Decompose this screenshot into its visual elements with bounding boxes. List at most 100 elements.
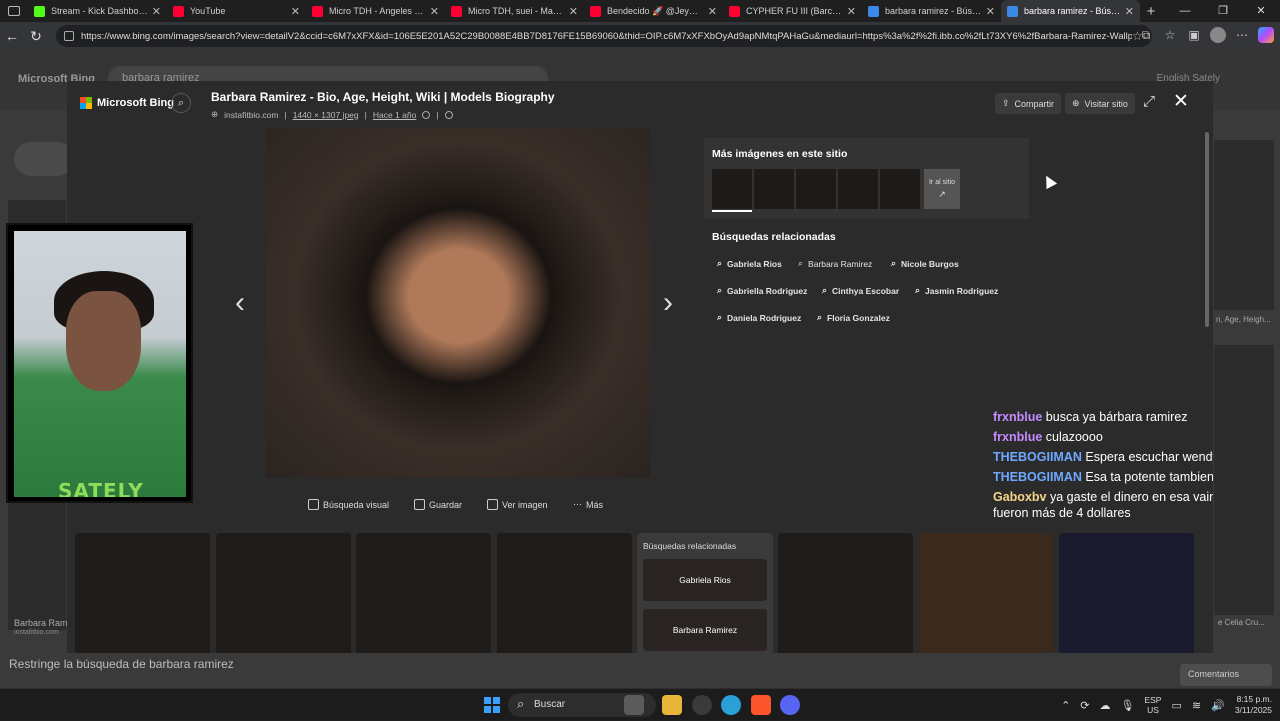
- back-icon[interactable]: ←: [0, 28, 24, 44]
- related-card-entry[interactable]: Barbara Ramirez: [643, 609, 767, 651]
- collections-icon[interactable]: ▣: [1186, 27, 1202, 43]
- save-icon: [414, 499, 425, 510]
- info-icon[interactable]: [444, 110, 453, 119]
- search-icon: ⌕: [915, 285, 921, 295]
- tab[interactable]: barbara ramirez - Búsqueda ✕: [862, 0, 1001, 22]
- discord-icon[interactable]: [780, 695, 800, 715]
- microphone-icon[interactable]: 🎙: [1121, 699, 1135, 712]
- visit-site-button[interactable]: ⊕ Visitar sitio: [1065, 93, 1135, 114]
- webcam-overlay: SATELY: [6, 223, 193, 503]
- tab-active[interactable]: barbara ramirez - Búsqued ✕: [1001, 0, 1140, 22]
- refresh-icon[interactable]: ↻: [24, 28, 48, 45]
- thumbnail[interactable]: [754, 169, 794, 209]
- close-icon[interactable]: ✕: [1173, 90, 1189, 113]
- image-title[interactable]: Barbara Ramirez - Bio, Age, Height, Wiki…: [211, 90, 555, 104]
- minimize-icon[interactable]: —: [1166, 0, 1204, 22]
- wifi-icon[interactable]: ≋: [1192, 699, 1201, 712]
- save-button[interactable]: Guardar: [414, 499, 462, 510]
- tab[interactable]: Micro TDH, suei - Makin Ne ✕: [445, 0, 584, 22]
- next-arrow-icon[interactable]: ›: [663, 286, 673, 320]
- tab-actions-icon[interactable]: [0, 0, 28, 22]
- widgets-icon[interactable]: [624, 695, 644, 715]
- close-tab-icon[interactable]: ✕: [430, 5, 439, 18]
- obs-icon[interactable]: [692, 695, 712, 715]
- network-app-icon[interactable]: ⟳: [1080, 699, 1089, 712]
- more-menu-icon[interactable]: ⋯: [1234, 27, 1250, 43]
- tab[interactable]: CYPHER FU III (Barcelona) - ✕: [723, 0, 862, 22]
- tab-title: YouTube: [190, 6, 226, 16]
- related-search-chip[interactable]: ⌕ Daniela Rodriguez: [717, 312, 801, 323]
- view-image-button[interactable]: Ver imagen: [487, 499, 548, 510]
- strip-image[interactable]: [356, 533, 491, 653]
- tab[interactable]: YouTube ✕: [167, 0, 306, 22]
- close-window-icon[interactable]: ✕: [1242, 0, 1280, 22]
- close-tab-icon[interactable]: ✕: [1125, 5, 1134, 18]
- thumbnail[interactable]: [838, 169, 878, 209]
- tab[interactable]: Micro TDH - Angeles (Offici ✕: [306, 0, 445, 22]
- related-card-entry[interactable]: Gabriela Rios: [643, 559, 767, 601]
- visual-search-button[interactable]: Búsqueda visual: [308, 499, 389, 510]
- related-search-chip[interactable]: ⌕ Floria Gonzalez: [817, 312, 890, 323]
- close-tab-icon[interactable]: ✕: [569, 5, 578, 18]
- chevron-up-icon[interactable]: ⌃: [1061, 699, 1070, 712]
- close-tab-icon[interactable]: ✕: [847, 5, 856, 18]
- bing-logo[interactable]: Microsoft Bing: [80, 97, 174, 109]
- volume-icon[interactable]: 🔊: [1211, 699, 1225, 712]
- comments-button[interactable]: Comentarios: [1180, 664, 1272, 686]
- display-icon[interactable]: ▭: [1171, 699, 1181, 712]
- thumbnail[interactable]: [712, 169, 752, 212]
- related-search-chip[interactable]: ⌕ Cinthya Escobar: [822, 285, 899, 296]
- related-search-chip[interactable]: ⌕ Gabriella Rodriguez: [717, 285, 807, 296]
- new-tab-icon[interactable]: +: [1140, 3, 1162, 20]
- close-tab-icon[interactable]: ✕: [152, 5, 161, 18]
- clock[interactable]: 8:15 p.m. 3/11/2025: [1235, 694, 1272, 716]
- bg-chip[interactable]: [14, 142, 74, 176]
- more-button[interactable]: ⋯ Más: [573, 499, 603, 510]
- search-icon[interactable]: ⌕: [171, 93, 191, 113]
- visual-search-icon: [308, 499, 319, 510]
- previous-arrow-icon[interactable]: ‹: [235, 286, 245, 320]
- windows-start-icon[interactable]: [484, 697, 500, 713]
- modal-header: Microsoft Bing ⌕ Barbara Ramirez - Bio, …: [67, 81, 1213, 127]
- youtube-favicon-icon: [451, 5, 462, 17]
- tab[interactable]: Bendecido 🚀 @JeyBless ✕: [584, 0, 723, 22]
- restore-icon[interactable]: ❐: [1204, 0, 1242, 22]
- bg-thumbnail[interactable]: [1214, 140, 1274, 310]
- close-tab-icon[interactable]: ✕: [291, 5, 300, 18]
- cloud-icon[interactable]: ☁: [1100, 699, 1111, 712]
- favorites-icon[interactable]: ☆: [1162, 27, 1178, 43]
- strip-image[interactable]: [778, 533, 913, 653]
- related-search-chip[interactable]: ⌕ Gabriela Rios: [717, 258, 782, 269]
- related-search-chip[interactable]: ⌕ Nicole Burgos: [891, 258, 959, 269]
- image-age[interactable]: Hace 1 año: [373, 110, 416, 120]
- share-button[interactable]: ⇪ Compartir: [995, 93, 1062, 114]
- bg-right-label: n, Age, Heigh...: [1216, 315, 1271, 324]
- scrollbar[interactable]: [1205, 132, 1209, 327]
- related-search-chip[interactable]: ⌕ Jasmin Rodriguez: [915, 285, 998, 296]
- edge-icon[interactable]: [721, 695, 741, 715]
- image-source[interactable]: instafitbio.com: [224, 110, 278, 120]
- strip-image[interactable]: [919, 533, 1054, 653]
- copilot-icon[interactable]: [1258, 27, 1274, 43]
- url-field[interactable]: https://www.bing.com/images/search?view=…: [56, 25, 1152, 47]
- thumbnail[interactable]: [880, 169, 920, 209]
- file-explorer-icon[interactable]: [662, 695, 682, 715]
- image-dimensions[interactable]: 1440 × 1307 jpeg: [293, 110, 359, 120]
- strip-image[interactable]: [1059, 533, 1194, 653]
- main-image[interactable]: [266, 128, 651, 478]
- thumbnail[interactable]: [796, 169, 836, 209]
- brave-icon[interactable]: [751, 695, 771, 715]
- strip-image[interactable]: [497, 533, 632, 653]
- tab[interactable]: Stream - Kick Dashboard ✕: [28, 0, 167, 22]
- profile-avatar-icon[interactable]: [1210, 27, 1226, 43]
- close-tab-icon[interactable]: ✕: [708, 5, 717, 18]
- language-indicator[interactable]: ESP US: [1144, 695, 1161, 715]
- go-to-site-button[interactable]: Ir al sitio ↗: [924, 169, 960, 209]
- related-search-chip[interactable]: ⌕ Barbara Ramirez: [798, 258, 872, 269]
- expand-icon[interactable]: ⤢: [1143, 93, 1155, 110]
- close-tab-icon[interactable]: ✕: [986, 5, 995, 18]
- bg-thumbnail[interactable]: [1214, 345, 1274, 615]
- extensions-icon[interactable]: ⧉: [1138, 27, 1154, 43]
- strip-image[interactable]: [75, 533, 210, 653]
- strip-image[interactable]: [216, 533, 351, 653]
